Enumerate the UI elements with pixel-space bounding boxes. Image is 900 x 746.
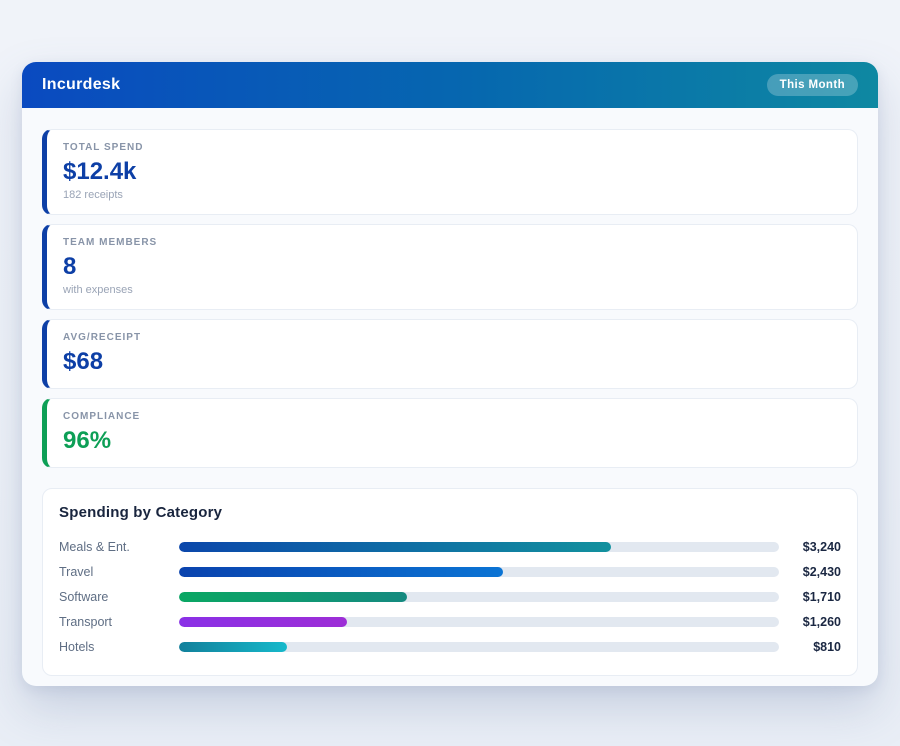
stat-card-total-spend: TOTAL SPEND $12.4k 182 receipts [42,129,858,215]
chart-category-label: Travel [59,565,179,579]
app-title: Incurdesk [42,76,120,94]
chart-bar-fill [179,567,503,577]
chart-value-label: $2,430 [779,565,841,579]
chart-bar-fill [179,617,347,627]
spending-chart-card: Spending by Category Meals & Ent. $3,240 T… [42,488,858,676]
stat-label: TEAM MEMBERS [63,237,841,249]
stat-label: TOTAL SPEND [63,142,841,154]
chart-row: Transport $1,260 [59,609,841,634]
chart-value-label: $1,260 [779,615,841,629]
chart-row: Hotels $810 [59,634,841,659]
stat-value: 8 [63,252,841,281]
chart-category-label: Transport [59,615,179,629]
stats-section: TOTAL SPEND $12.4k 182 receipts TEAM MEM… [22,108,878,468]
chart-bar-track [179,592,779,602]
stat-subtext: with expenses [63,284,841,297]
chart-rows: Meals & Ent. $3,240 Travel $2,430 Software $1… [59,534,841,659]
chart-bar-fill [179,592,407,602]
app-header: Incurdesk This Month [22,62,878,108]
chart-bar-track [179,617,779,627]
chart-bar-fill [179,642,287,652]
chart-bar-track [179,542,779,552]
chart-value-label: $3,240 [779,540,841,554]
stat-card-avg-receipt: AVG/RECEIPT $68 [42,319,858,389]
stat-card-team-members: TEAM MEMBERS 8 with expenses [42,224,858,310]
stat-subtext: 182 receipts [63,189,841,202]
chart-bar-track [179,567,779,577]
chart-value-label: $810 [779,640,841,654]
dashboard-panel: Incurdesk This Month TOTAL SPEND $12.4k … [22,62,878,686]
chart-row: Travel $2,430 [59,559,841,584]
chart-bar-track [179,642,779,652]
stat-value: $12.4k [63,157,841,186]
chart-bar-fill [179,542,611,552]
chart-category-label: Software [59,590,179,604]
chart-row: Meals & Ent. $3,240 [59,534,841,559]
chart-value-label: $1,710 [779,590,841,604]
stat-card-compliance: COMPLIANCE 96% [42,398,858,468]
chart-title: Spending by Category [59,504,841,521]
stat-label: AVG/RECEIPT [63,332,841,344]
stat-value: 96% [63,426,841,455]
stat-label: COMPLIANCE [63,411,841,423]
chart-row: Software $1,710 [59,584,841,609]
chart-category-label: Meals & Ent. [59,540,179,554]
stat-value: $68 [63,347,841,376]
chart-category-label: Hotels [59,640,179,654]
period-badge[interactable]: This Month [767,74,858,96]
